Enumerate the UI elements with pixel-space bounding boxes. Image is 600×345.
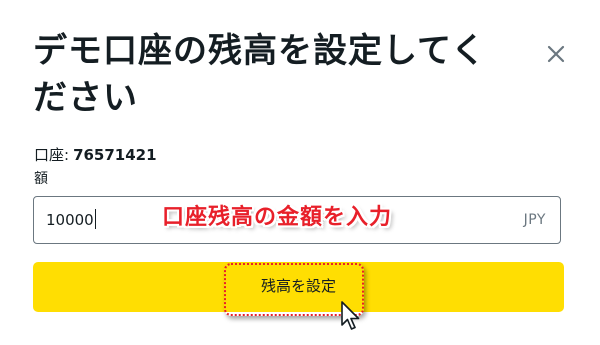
account-label: 口座: [34,146,70,164]
account-number: 76571421 [73,146,157,164]
account-info: 口座: 76571421 [34,145,157,165]
amount-input[interactable]: 10000 [46,209,96,231]
text-caret [94,209,96,229]
amount-value: 10000 [46,211,94,229]
close-icon [547,45,565,63]
set-balance-button[interactable]: 残高を設定 [33,262,564,312]
currency-label: JPY [523,212,546,228]
set-balance-dialog: デモ口座の残高を設定してください 口座: 76571421 額 10000 JPY… [0,0,600,345]
dialog-title: デモ口座の残高を設定してください [33,31,486,118]
amount-label: 額 [34,171,48,187]
set-balance-button-label: 残高を設定 [260,278,336,295]
annotation-callout: 口座残高の金額を入力 [162,205,393,230]
close-button[interactable] [540,38,572,70]
